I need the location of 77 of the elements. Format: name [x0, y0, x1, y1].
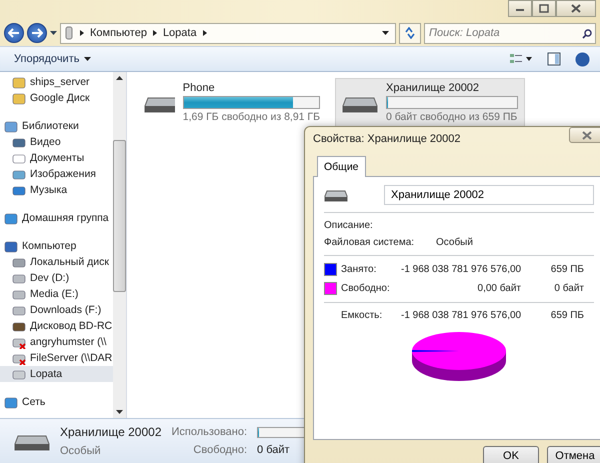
- sidebar-item[interactable]: Downloads (F:): [0, 302, 113, 318]
- chevron-icon: [80, 30, 84, 36]
- free-space-text: 0 байт свободно из 659 ПБ: [386, 111, 518, 123]
- usage-bytes: 0,00 байт: [476, 283, 521, 294]
- breadcrumb-item[interactable]: Компьютер: [90, 27, 147, 39]
- scroll-down-icon[interactable]: [116, 410, 123, 414]
- drive-tile[interactable]: Хранилище 20002 0 байт свободно из 659 ПБ: [335, 78, 525, 127]
- free-space-text: 1,69 ГБ свободно из 8,91 ГБ: [182, 111, 320, 123]
- minimize-button[interactable]: [508, 0, 532, 17]
- usage-bytes: -1 968 038 781 976 576,00: [401, 264, 521, 275]
- scrollbar[interactable]: [113, 72, 126, 418]
- view-options-icon[interactable]: [509, 52, 533, 66]
- close-button[interactable]: [569, 127, 600, 143]
- close-button[interactable]: [556, 0, 596, 17]
- free-value: 0 байт: [257, 444, 291, 456]
- usage-label: Занято:: [341, 264, 378, 275]
- sidebar-item[interactable]: Видео: [0, 134, 113, 150]
- sidebar-item[interactable]: Домашняя группа: [0, 210, 113, 226]
- preview-pane-icon[interactable]: [547, 52, 561, 66]
- sidebar-item[interactable]: Документы: [0, 150, 113, 166]
- drive-name: Хранилище 20002: [386, 82, 480, 94]
- free-label: Свободно:: [193, 444, 248, 456]
- sidebar-item[interactable]: Изображения: [0, 166, 113, 182]
- chevron-icon: [202, 30, 207, 36]
- refresh-icon: [404, 27, 416, 39]
- maximize-button[interactable]: [532, 0, 556, 17]
- sidebar-item[interactable]: Компьютер: [0, 238, 113, 254]
- used-label: Использовано:: [172, 426, 248, 438]
- address-bar[interactable]: Компьютер Lopata: [60, 22, 396, 44]
- dropdown-icon: [84, 57, 92, 61]
- dialog-title: Свойства: Хранилище 20002: [313, 133, 460, 145]
- scroll-up-icon[interactable]: [116, 76, 123, 80]
- breadcrumb-item[interactable]: Lopata: [162, 27, 197, 39]
- dialog-button[interactable]: OK: [483, 446, 539, 463]
- sidebar-item[interactable]: Media (E:): [0, 286, 113, 302]
- drive-name: Phone: [182, 82, 216, 94]
- usage-size: 659 ПБ: [550, 264, 585, 275]
- maximize-icon: [539, 4, 549, 13]
- capacity-size: 659 ПБ: [550, 310, 585, 321]
- capacity-label: Емкость:: [341, 310, 384, 321]
- forward-arrow-icon: [31, 28, 43, 38]
- drive-tile[interactable]: Phone 1,69 ГБ свободно из 8,91 ГБ: [137, 78, 327, 127]
- sidebar-item[interactable]: ships_server: [0, 74, 113, 90]
- close-icon: [582, 130, 592, 140]
- drive-type: Особый: [60, 445, 102, 457]
- usage-size: 0 байт: [553, 283, 585, 294]
- sidebar-item[interactable]: angryhumster (\\: [0, 334, 113, 350]
- capacity-bytes: -1 968 038 781 976 576,00: [401, 310, 521, 321]
- file-system-label: Файловая система:: [324, 237, 416, 248]
- dialog-button[interactable]: Отмена: [547, 446, 600, 463]
- search-field[interactable]: Поиск: Lopata: [424, 22, 596, 44]
- description-label: Описание:: [324, 220, 374, 231]
- sidebar-item[interactable]: Сеть: [0, 394, 113, 410]
- hard-drive-icon: [324, 188, 348, 202]
- dropdown-icon[interactable]: [382, 31, 389, 35]
- sidebar-item[interactable]: Google Диск: [0, 90, 113, 106]
- tab[interactable]: Общие: [317, 156, 366, 177]
- sidebar-item[interactable]: Дисковод BD-RC: [0, 318, 113, 334]
- sidebar-item[interactable]: FileServer (\\DAR: [0, 350, 113, 366]
- file-system-value: Особый: [436, 237, 473, 248]
- forward-button[interactable]: [27, 23, 47, 43]
- name-field[interactable]: Хранилище 20002: [384, 185, 594, 205]
- sidebar-item[interactable]: Библиотеки: [0, 118, 113, 134]
- sidebar-item[interactable]: Музыка: [0, 182, 113, 198]
- search-icon: [582, 28, 592, 38]
- usage-label: Свободно:: [341, 283, 391, 294]
- back-button[interactable]: [4, 23, 24, 43]
- history-dropdown-icon[interactable]: [50, 31, 57, 35]
- organize-button[interactable]: Упорядочить: [8, 50, 98, 68]
- sidebar-item[interactable]: Dev (D:): [0, 270, 113, 286]
- refresh-button[interactable]: [399, 22, 421, 44]
- chevron-icon: [152, 30, 157, 36]
- back-arrow-icon: [8, 28, 20, 38]
- close-icon: [571, 4, 581, 13]
- drive-name: Хранилище 20002: [60, 425, 162, 439]
- sidebar-item[interactable]: Lopata: [0, 366, 113, 382]
- sidebar-item[interactable]: Локальный диск: [0, 254, 113, 270]
